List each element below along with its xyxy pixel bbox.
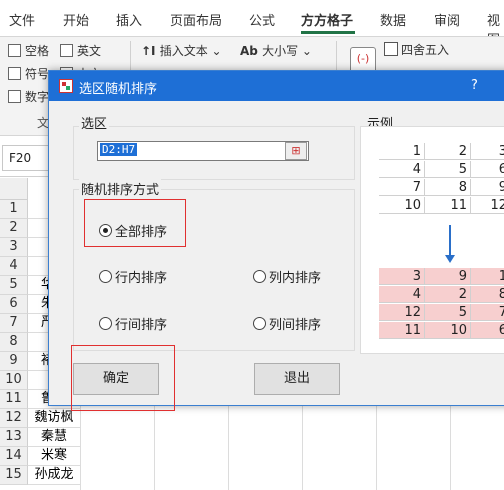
- round-button[interactable]: 四舍五入: [384, 41, 449, 58]
- cell-name[interactable]: 魏访枫: [28, 409, 81, 428]
- row-header[interactable]: 15: [0, 466, 28, 485]
- example-cell: 3: [379, 268, 425, 285]
- example-panel: 1 2 3 4 5 6 7 8 9 10 11 12 3 9 1 4 2 8 1…: [360, 126, 504, 354]
- example-cell: 6: [471, 322, 504, 339]
- range-input[interactable]: D2:H7: [97, 141, 309, 161]
- example-cell: 9: [471, 179, 504, 196]
- row-header[interactable]: 9: [0, 352, 28, 371]
- example-cell: 12: [471, 197, 504, 214]
- row-header[interactable]: 3: [0, 238, 28, 257]
- example-cell: 9: [425, 268, 471, 285]
- range-select-icon[interactable]: ⊞: [285, 142, 307, 160]
- row-header[interactable]: 8: [0, 333, 28, 352]
- checkbox-icon: [8, 90, 21, 103]
- app-icon: [59, 79, 73, 93]
- example-cell: 6: [471, 161, 504, 178]
- tab-fangfang[interactable]: 方方格子: [301, 10, 353, 29]
- tab-home[interactable]: 开始: [63, 10, 89, 29]
- active-tab-underline: [301, 31, 355, 34]
- example-cell: 10: [379, 197, 425, 214]
- example-cell: 2: [425, 286, 471, 303]
- example-cell: 4: [379, 161, 425, 178]
- dialog-title: 选区随机排序: [79, 82, 158, 97]
- example-cell: 12: [379, 304, 425, 321]
- tab-formulas[interactable]: 公式: [249, 10, 275, 29]
- row-header[interactable]: 4: [0, 257, 28, 276]
- example-cell: 8: [471, 286, 504, 303]
- insert-text-icon: ↑I: [141, 44, 160, 58]
- insert-text-button[interactable]: ↑I 插入文本 ⌄: [141, 42, 222, 59]
- row-header[interactable]: 10: [0, 371, 28, 390]
- arrow-down-icon: [449, 225, 451, 259]
- exit-button[interactable]: 退出: [254, 363, 340, 395]
- ribbon-tab-bar: 文件 开始 插入 页面布局 公式 方方格子 数据 审阅 视图: [0, 0, 504, 48]
- radio-icon: [253, 270, 266, 283]
- radio-icon: [99, 270, 112, 283]
- example-cell: 7: [379, 179, 425, 196]
- cell-name[interactable]: 秦慧: [28, 428, 81, 447]
- checkbox-icon: [8, 44, 21, 57]
- checkbox-number[interactable]: 数字: [8, 88, 49, 105]
- method-group-label: 随机排序方式: [79, 179, 162, 198]
- range-group-label: 选区: [79, 113, 110, 132]
- grid-icon: [384, 42, 398, 56]
- row-header[interactable]: 12: [0, 409, 28, 428]
- tab-file[interactable]: 文件: [9, 10, 35, 29]
- checkbox-icon: [8, 67, 21, 80]
- radio-icon: [99, 317, 112, 330]
- example-cell: 7: [471, 304, 504, 321]
- checkbox-symbol[interactable]: 符号: [8, 65, 49, 82]
- example-cell: 5: [425, 161, 471, 178]
- cell-name[interactable]: 米寒: [28, 447, 81, 466]
- row-header[interactable]: 2: [0, 219, 28, 238]
- select-all-corner[interactable]: [0, 178, 28, 200]
- row-header[interactable]: 7: [0, 314, 28, 333]
- example-cell: 1: [471, 268, 504, 285]
- dialog-title-bar[interactable]: 选区随机排序 ?: [49, 71, 504, 101]
- radio-icon: [253, 317, 266, 330]
- row-header[interactable]: 5: [0, 276, 28, 295]
- row-header[interactable]: 14: [0, 447, 28, 466]
- help-icon[interactable]: ?: [471, 78, 478, 93]
- example-cell: 1: [379, 143, 425, 160]
- cell-name[interactable]: 孙成龙: [28, 466, 81, 485]
- example-cell: 5: [425, 304, 471, 321]
- checkbox-space[interactable]: 空格: [8, 42, 49, 59]
- row-header[interactable]: 1: [0, 200, 28, 219]
- random-sort-dialog: 选区随机排序 ? 选区 D2:H7 ⊞ 随机排序方式 全部排序 行内排序 列内排…: [48, 70, 504, 411]
- ok-button[interactable]: 确定: [73, 363, 159, 395]
- arrow-head: [445, 255, 455, 263]
- radio-checked-icon: [99, 224, 112, 237]
- example-cell: 4: [379, 286, 425, 303]
- checkbox-icon: [60, 44, 73, 57]
- tab-insert[interactable]: 插入: [116, 10, 142, 29]
- checkbox-english[interactable]: 英文: [60, 42, 101, 59]
- example-cell: 11: [425, 197, 471, 214]
- tab-review[interactable]: 审阅: [434, 10, 460, 29]
- example-cell: 8: [425, 179, 471, 196]
- example-cell: 11: [379, 322, 425, 339]
- case-icon: Ab: [240, 44, 263, 58]
- row-header[interactable]: 13: [0, 428, 28, 447]
- tab-page-layout[interactable]: 页面布局: [170, 10, 222, 29]
- example-cell: 3: [471, 143, 504, 160]
- example-cell: 2: [425, 143, 471, 160]
- tab-data[interactable]: 数据: [380, 10, 406, 29]
- example-cell: 10: [425, 322, 471, 339]
- row-header[interactable]: 11: [0, 390, 28, 409]
- row-header[interactable]: 6: [0, 295, 28, 314]
- case-button[interactable]: Ab 大小写 ⌄: [240, 42, 312, 59]
